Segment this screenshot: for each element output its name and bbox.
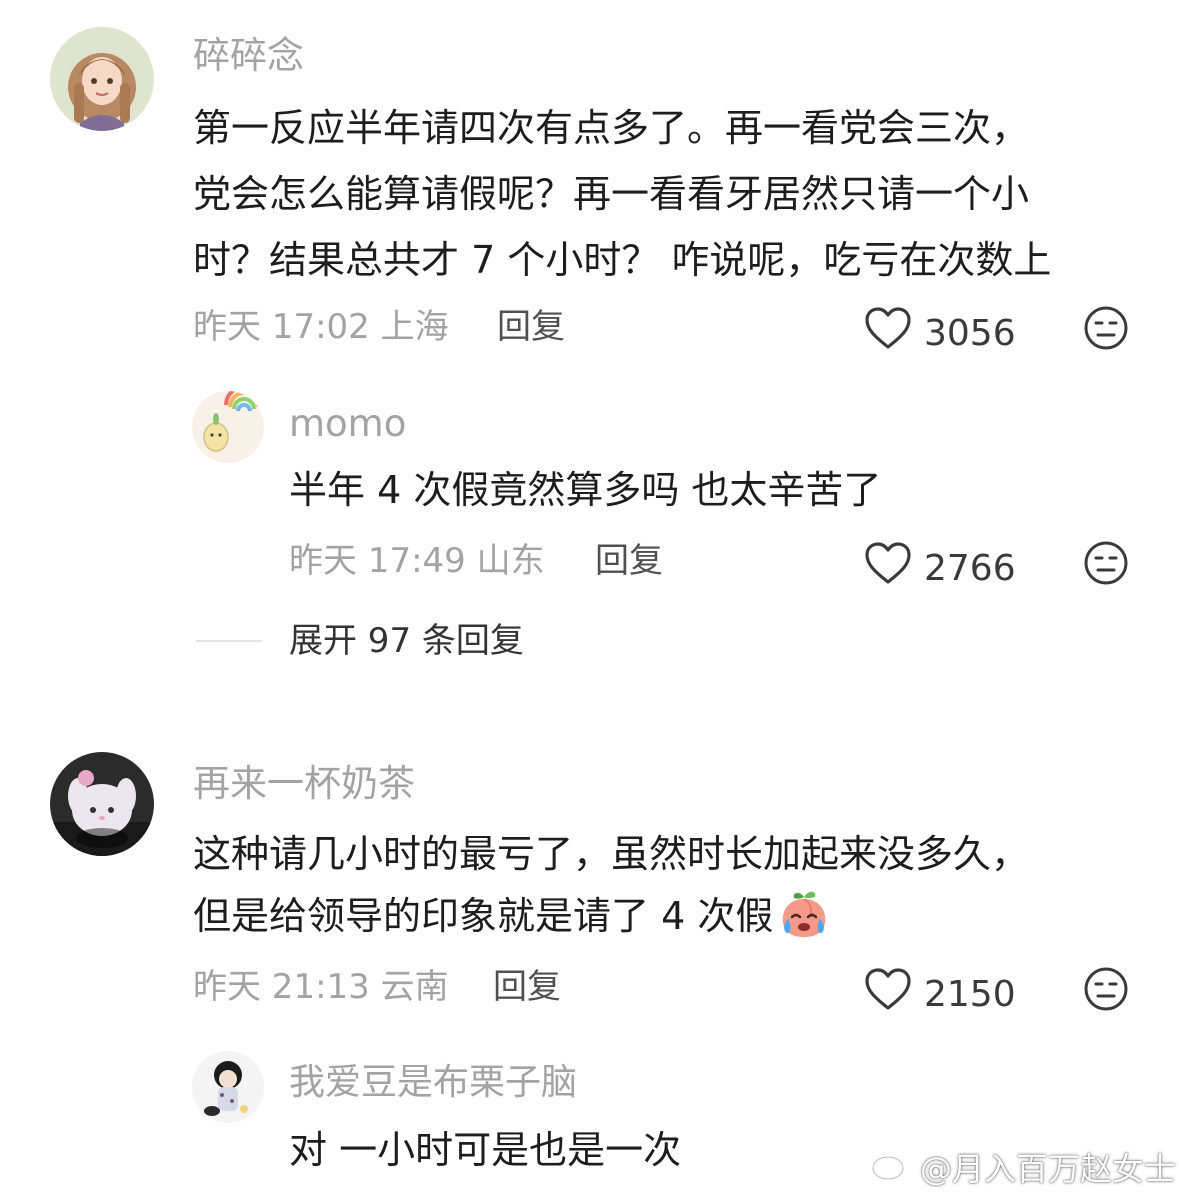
reply-text: 半年 4 次假竟然算多吗 也太辛苦了 xyxy=(289,468,882,512)
like-button[interactable]: 2150 xyxy=(864,967,1016,1022)
reply-timestamp-location: 昨天 17:49 山东 xyxy=(289,541,545,581)
avatar-user-reply-2[interactable] xyxy=(192,1051,264,1123)
reply-username[interactable]: momo xyxy=(289,400,406,448)
watermark: @月入百万赵女士 xyxy=(870,1146,1176,1191)
avatar-user-2[interactable] xyxy=(50,752,154,856)
weibo-logo-icon xyxy=(870,1146,914,1191)
comment-username[interactable]: 再来一杯奶茶 xyxy=(193,760,415,808)
like-count: 2150 xyxy=(924,973,1016,1015)
dislike-button[interactable] xyxy=(1083,305,1129,355)
reply-button[interactable]: 回复 xyxy=(497,305,565,349)
reply-text: 对 一小时可是也是一次 xyxy=(289,1128,682,1172)
like-count: 3056 xyxy=(924,312,1016,354)
like-button[interactable]: 3056 xyxy=(864,306,1016,361)
neutral-face-icon xyxy=(1083,541,1129,590)
reply-button[interactable]: 回复 xyxy=(595,539,663,583)
comment-text-line: 第一反应半年请四次有点多了。再一看党会三次， xyxy=(193,106,1030,150)
neutral-face-icon xyxy=(1083,306,1129,355)
comment-username[interactable]: 碎碎念 xyxy=(193,32,304,80)
avatar-user-momo[interactable] xyxy=(192,391,264,463)
avatar-user-1[interactable] xyxy=(50,27,154,131)
heart-outline-icon xyxy=(864,306,912,361)
like-count: 2766 xyxy=(924,547,1016,589)
comment-timestamp-location: 昨天 21:13 云南 xyxy=(193,967,449,1007)
comment-timestamp-location: 昨天 17:02 上海 xyxy=(193,307,449,347)
expand-divider xyxy=(196,640,262,642)
dislike-button[interactable] xyxy=(1083,966,1129,1016)
neutral-face-icon xyxy=(1083,967,1129,1016)
reply-username[interactable]: 我爱豆是布栗子脑 xyxy=(289,1059,577,1107)
heart-outline-icon xyxy=(864,541,912,596)
reply-button[interactable]: 回复 xyxy=(493,965,561,1009)
dislike-button[interactable] xyxy=(1083,540,1129,590)
watermark-text: @月入百万赵女士 xyxy=(920,1149,1177,1188)
crying-peach-emoji xyxy=(777,887,831,945)
heart-outline-icon xyxy=(864,967,912,1022)
comment-text-line: 这种请几小时的最亏了，虽然时长加起来没多久， xyxy=(193,832,1030,876)
comment-text-line-with-emoji: 但是给领导的印象就是请了 4 次假 xyxy=(193,887,831,945)
comment-text-line: 党会怎么能算请假呢？再一看看牙居然只请一个小 xyxy=(193,172,1030,216)
comment-text-line: 时？结果总共才 7 个小时？ 咋说呢，吃亏在次数上 xyxy=(193,238,1052,282)
like-button[interactable]: 2766 xyxy=(864,541,1016,596)
comment-text-line: 但是给领导的印象就是请了 4 次假 xyxy=(193,894,774,938)
expand-replies-button[interactable]: 展开 97 条回复 xyxy=(289,619,524,663)
